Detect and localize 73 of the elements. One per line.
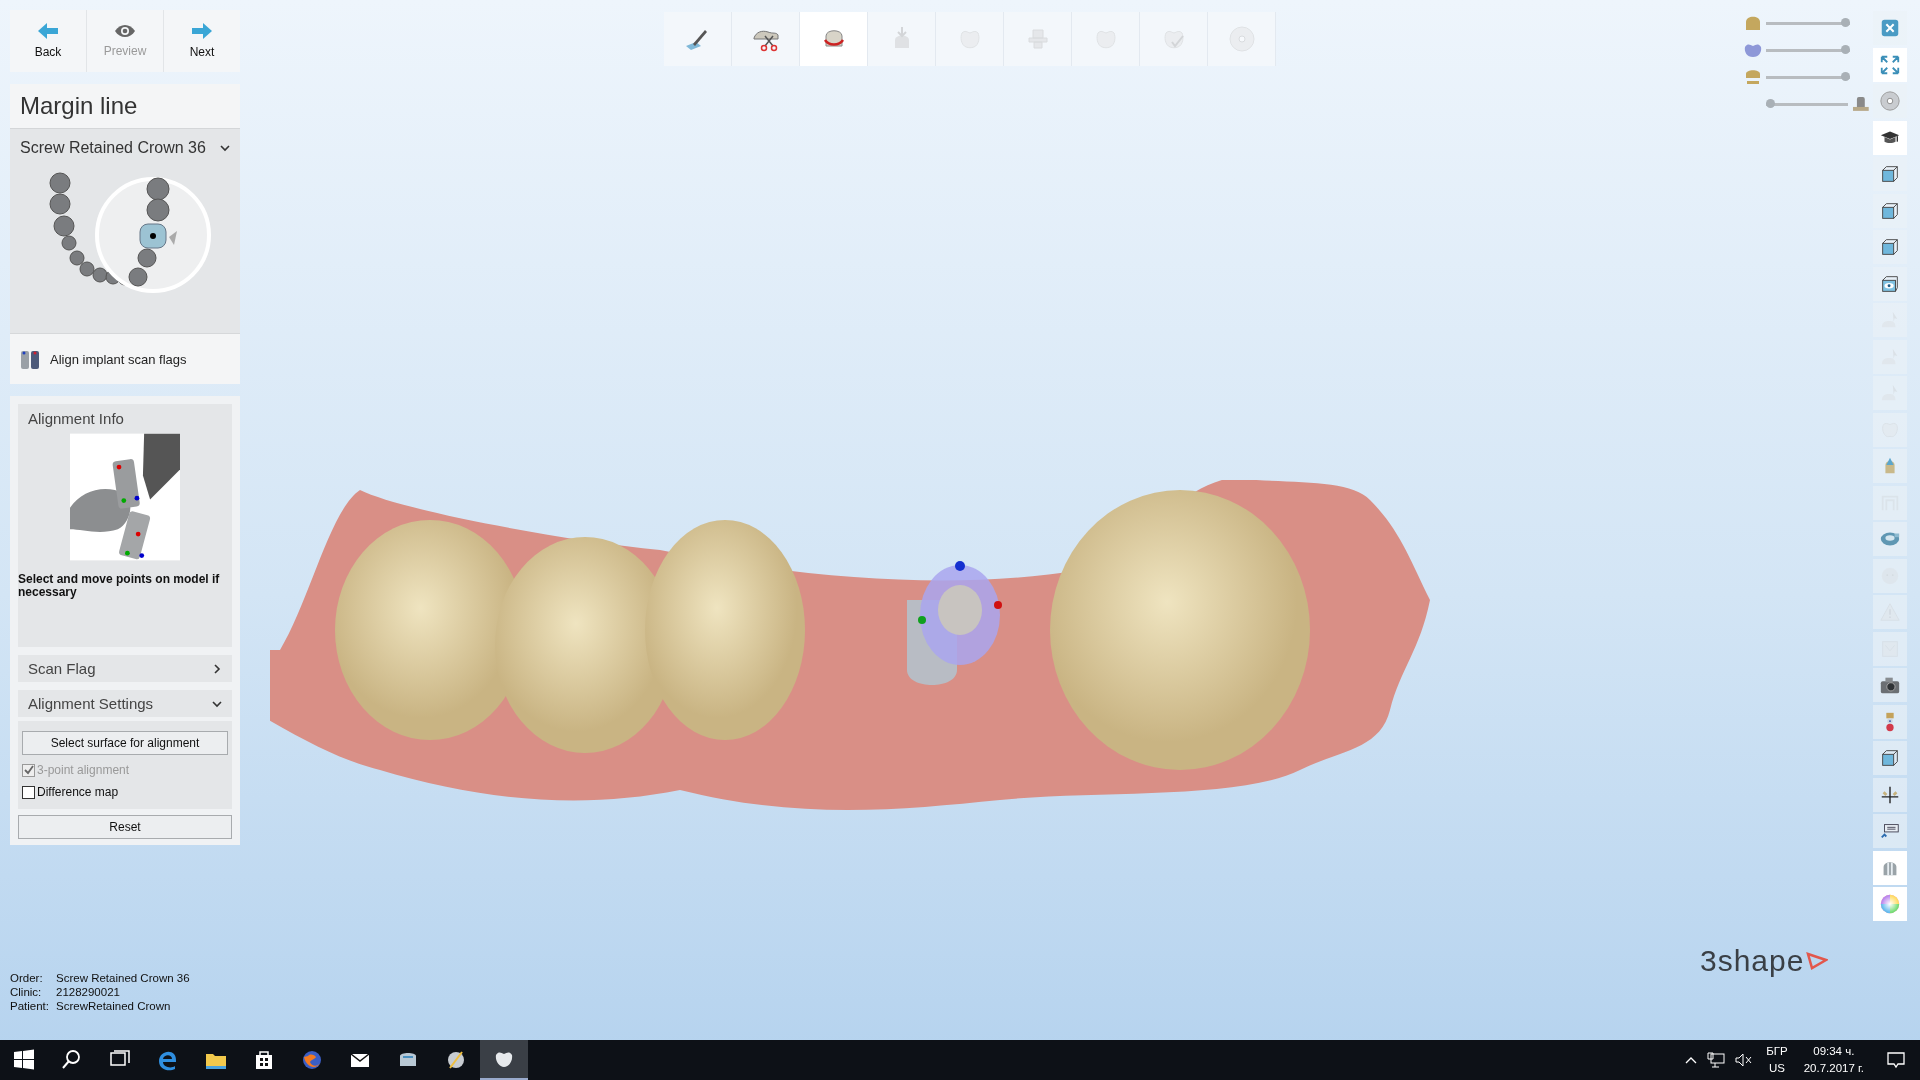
tooth-marker[interactable]: [69, 250, 85, 266]
checkmark-icon: [23, 765, 34, 776]
clock-date[interactable]: 20.7.2017 г.: [1803, 1060, 1864, 1077]
reset-button[interactable]: Reset: [18, 815, 232, 840]
windows-start-icon: [12, 1048, 36, 1072]
disc-icon: [1879, 90, 1901, 112]
fox-globe-icon: [300, 1048, 324, 1072]
clock-time[interactable]: 09:34 ч.: [1813, 1043, 1855, 1060]
slider-thumb[interactable]: [1841, 45, 1850, 54]
info-label: Patient:: [10, 1000, 50, 1012]
input-language[interactable]: БГР: [1766, 1043, 1788, 1060]
section-header[interactable]: Scan Flag: [18, 655, 232, 683]
panel-title: Margin line: [10, 84, 240, 129]
tooth-marker[interactable]: [61, 235, 77, 251]
implant-icon: [1852, 95, 1870, 113]
tooth-marker[interactable]: [92, 267, 108, 283]
chevron-down-icon: [220, 143, 230, 153]
info-value: ScrewRetained Crown: [56, 1000, 172, 1012]
speech-bubble-icon: [1886, 1050, 1906, 1070]
volume-muted-icon: [1735, 1053, 1754, 1067]
back-arrow-icon: [38, 23, 58, 39]
tooth-marker[interactable]: [146, 198, 170, 222]
close-icon: [1879, 17, 1901, 39]
checkbox-label[interactable]: Difference map: [22, 785, 228, 800]
info-label: Order:: [10, 972, 44, 984]
pointer-icon: [169, 231, 177, 245]
chevron-up-icon: [1685, 1056, 1698, 1064]
slider-thumb[interactable]: [1841, 72, 1850, 81]
toolbar-button[interactable]: [1873, 230, 1907, 264]
tooth-marker[interactable]: [49, 172, 71, 194]
scan-flags-icon: [20, 348, 40, 370]
cube-icon: [1879, 747, 1901, 769]
checkbox[interactable]: [22, 785, 35, 799]
section-header[interactable]: Alignment Settings: [18, 690, 232, 718]
tooth-marker[interactable]: [128, 267, 148, 287]
selected-tooth[interactable]: [139, 223, 167, 249]
cube-icon: [1879, 163, 1901, 185]
select-surface-button[interactable]: Select surface for alignment: [22, 731, 228, 756]
crown-pair-icon: [1744, 68, 1762, 86]
tooth-marker[interactable]: [146, 177, 170, 201]
info-value: Screw Retained Crown 36: [56, 972, 191, 984]
instruction-text: Select and move points on model if necessary: [18, 571, 221, 602]
slider-thumb[interactable]: [1765, 99, 1775, 108]
tooth-marker[interactable]: [137, 248, 157, 268]
info-value: 2128290021: [56, 986, 121, 998]
alignment-info-title: Alignment Info: [27, 410, 125, 429]
logo-mark-icon: [1806, 952, 1829, 970]
network-icon: [1707, 1052, 1726, 1068]
tooth-center-dot: [150, 233, 156, 239]
toolbar-button[interactable]: [1873, 668, 1907, 702]
cube-icon: [1879, 236, 1901, 258]
color-wheel-icon: [1879, 893, 1901, 915]
disc-icon: [1226, 24, 1257, 54]
slider-thumb[interactable]: [1841, 18, 1850, 27]
toolbar-button[interactable]: [1873, 193, 1907, 228]
eye-icon: [114, 24, 136, 38]
tooth-marker[interactable]: [79, 261, 95, 277]
taskbar-app[interactable]: [480, 1040, 528, 1080]
toolbar-button[interactable]: [1873, 120, 1907, 155]
back-button[interactable]: Back: [10, 10, 87, 72]
align-scan-flags-item[interactable]: Align implant scan flags: [10, 333, 240, 384]
toolbar-button[interactable]: [1873, 741, 1907, 775]
next-arrow-icon: [192, 23, 212, 39]
fullscreen-icon: [1879, 53, 1901, 76]
tooth-marker[interactable]: [49, 193, 71, 215]
keyboard-layout[interactable]: US: [1768, 1060, 1785, 1077]
toolbar-button[interactable]: [1873, 266, 1907, 301]
logo-text: 3shape: [1700, 944, 1805, 978]
next-button[interactable]: Next: [164, 10, 240, 72]
case-dropdown[interactable]: Screw Retained Crown 36: [10, 129, 240, 163]
info-label: Clinic:: [10, 986, 43, 998]
tooth-marker[interactable]: [53, 215, 75, 237]
crown-icon: [1744, 14, 1762, 32]
